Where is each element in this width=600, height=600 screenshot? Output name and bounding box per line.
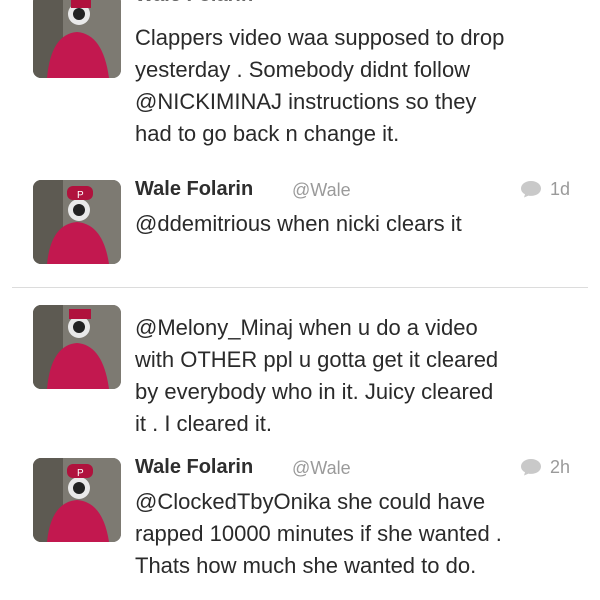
tweet-author-name[interactable]: Wale Folarin bbox=[135, 178, 253, 201]
svg-text:P: P bbox=[77, 190, 84, 201]
avatar-image: P bbox=[33, 458, 121, 542]
avatar[interactable] bbox=[33, 0, 121, 78]
svg-text:P: P bbox=[77, 468, 84, 479]
speech-bubble-icon bbox=[521, 459, 541, 476]
speech-bubble-icon bbox=[521, 181, 541, 198]
tweet[interactable]: P Wale Folarin @Wale 2h @ClockedTbyOnika… bbox=[0, 456, 600, 596]
tweet-timestamp: 1d bbox=[549, 179, 570, 199]
avatar[interactable] bbox=[33, 305, 121, 389]
tweet[interactable]: @Melony_Minaj when u do a video with OTH… bbox=[0, 300, 600, 440]
avatar-image bbox=[33, 305, 121, 389]
tweet-timestamp: 2h bbox=[549, 457, 570, 477]
tweet-header: Wale Folarin @Wale 1d bbox=[135, 178, 570, 206]
avatar-image: P bbox=[33, 180, 121, 264]
tweet-text: @ClockedTbyOnika she could have rapped 1… bbox=[135, 489, 502, 578]
divider bbox=[12, 287, 588, 288]
tweet[interactable]: Wale Folarin Clappers video waa supposed… bbox=[0, 0, 600, 170]
tweet-author-name[interactable]: Wale Folarin bbox=[135, 456, 253, 479]
tweet-header: Wale Folarin @Wale 2h bbox=[135, 456, 570, 484]
avatar-image bbox=[33, 0, 121, 78]
tweet-text: Clappers video waa supposed to drop yest… bbox=[135, 25, 505, 146]
tweet-author-name[interactable]: Wale Folarin bbox=[135, 0, 253, 8]
tweet-text: @ddemitrious when nicki clears it bbox=[135, 211, 462, 236]
tweet-author-handle[interactable]: @Wale bbox=[292, 180, 351, 201]
tweet-author-handle[interactable]: @Wale bbox=[292, 458, 351, 479]
avatar[interactable]: P bbox=[33, 458, 121, 542]
avatar[interactable]: P bbox=[33, 180, 121, 264]
tweet[interactable]: P Wale Folarin @Wale 1d @ddemitrious whe… bbox=[0, 178, 600, 278]
tweet-text: @Melony_Minaj when u do a video with OTH… bbox=[135, 315, 499, 436]
